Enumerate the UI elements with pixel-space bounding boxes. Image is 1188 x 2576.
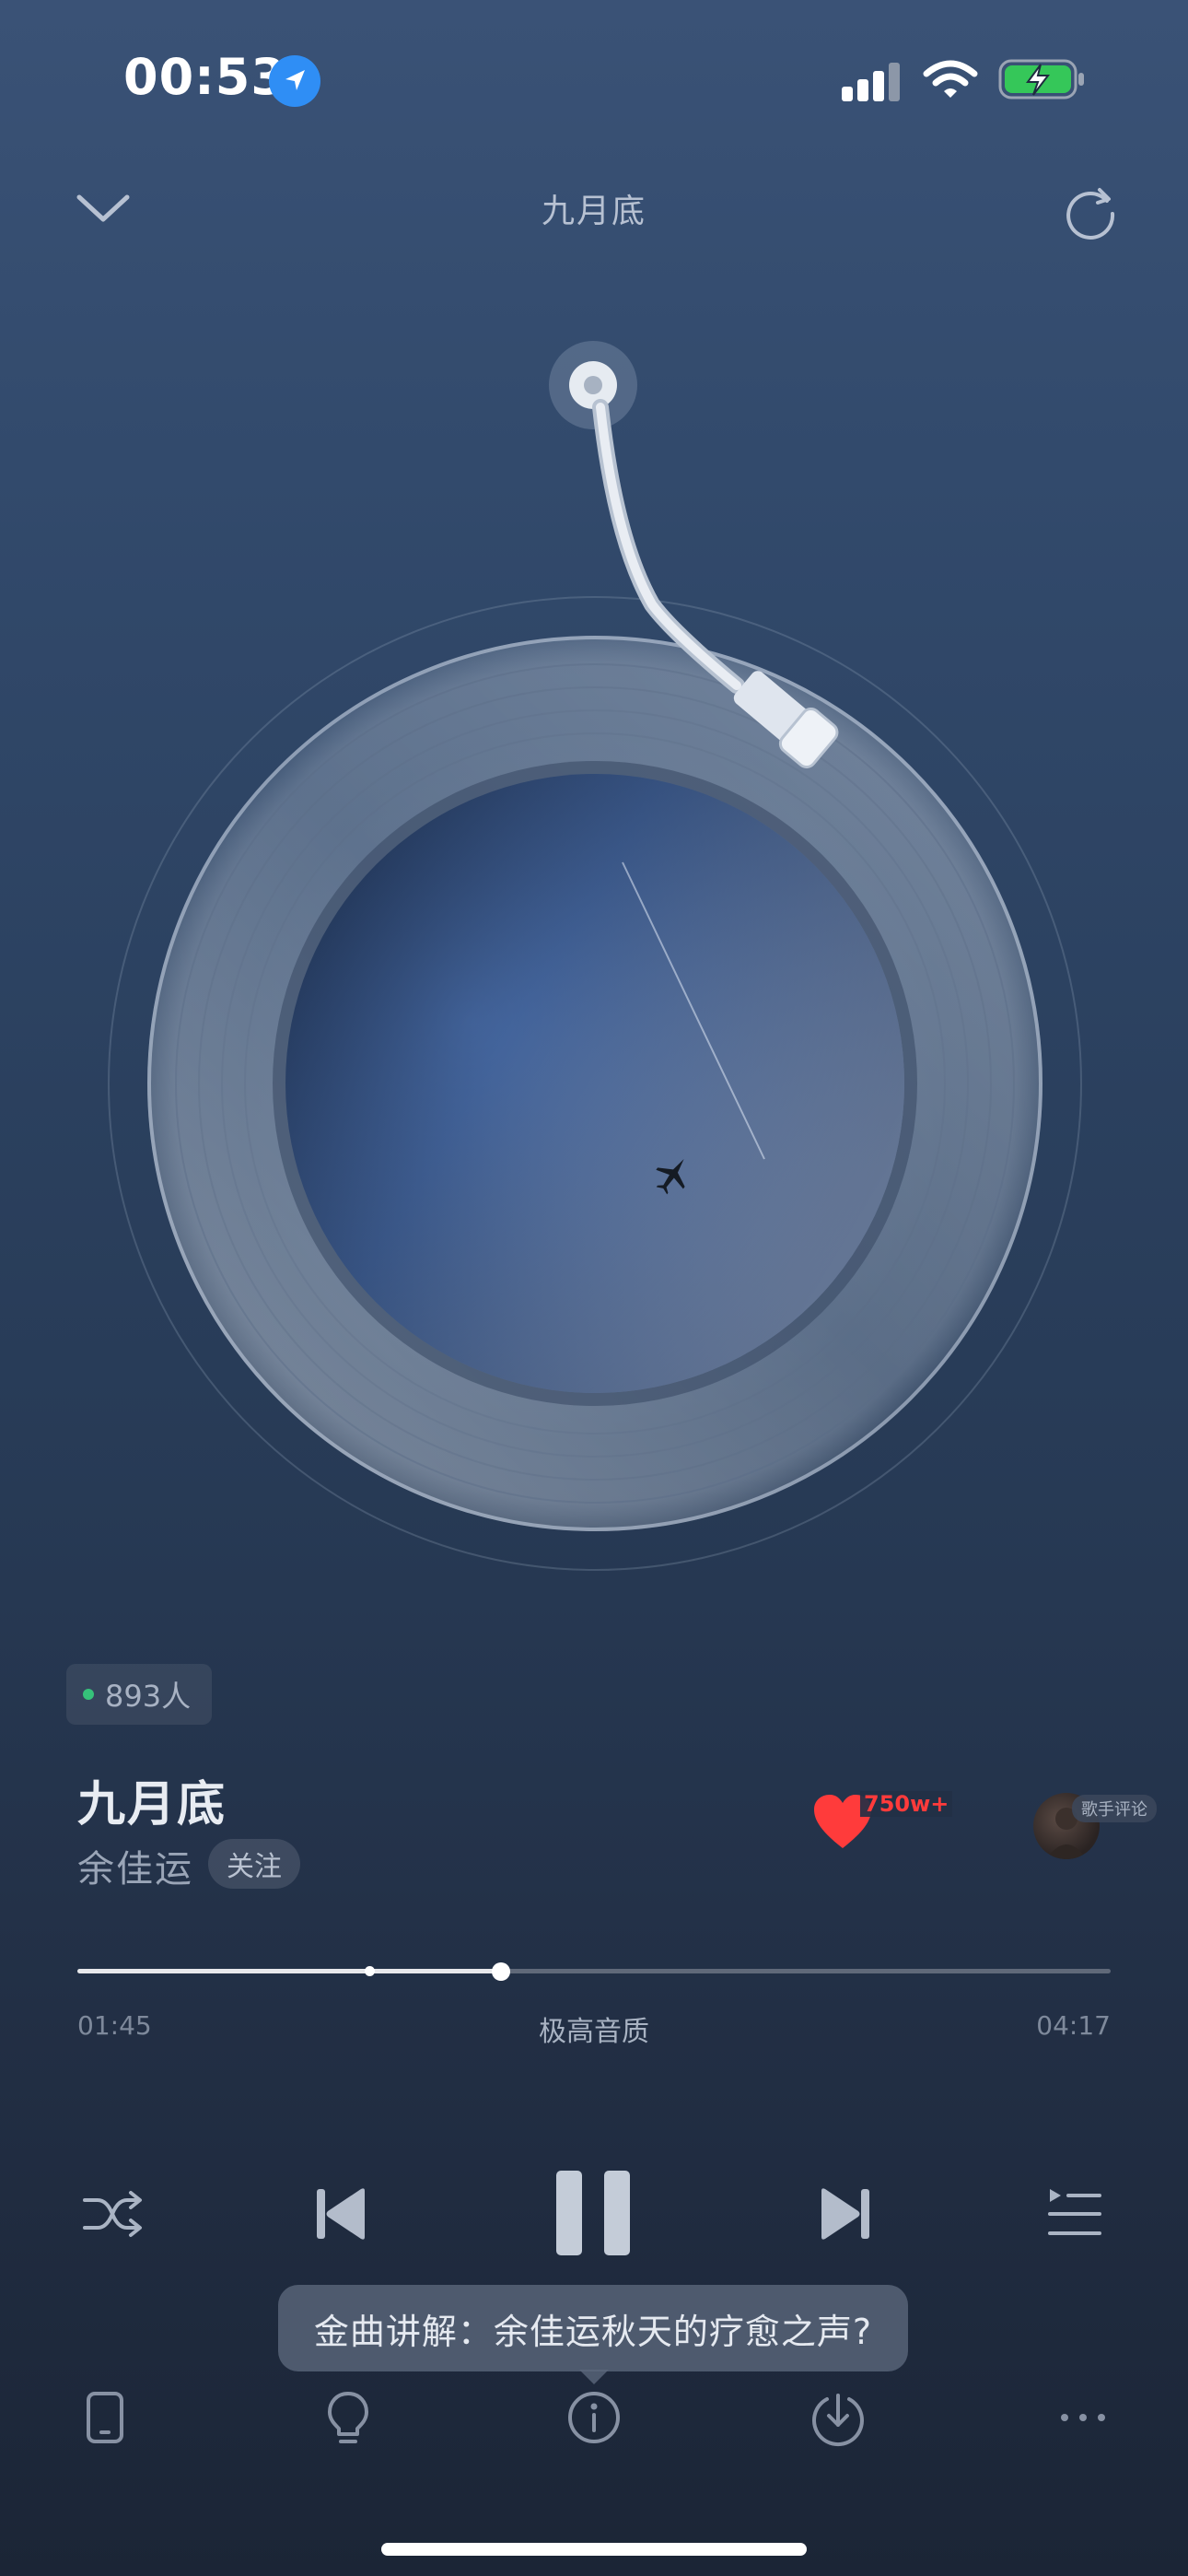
share-button[interactable] [1059,181,1122,243]
download-icon [812,2394,864,2446]
total-time: 04:17 [1036,2010,1111,2041]
page-title: 九月底 [541,193,646,230]
status-time: 00:53 [123,48,286,106]
previous-icon [317,2188,365,2240]
more-icon [1061,2414,1105,2421]
shuffle-button[interactable] [83,2187,144,2241]
next-button[interactable] [816,2185,873,2242]
playlist-icon [1048,2189,1101,2235]
wifi-icon [923,57,978,101]
download-button[interactable] [809,2388,868,2447]
song-explanation-tooltip[interactable]: 金曲讲解：余佳运秋天的疗愈之声? [278,2285,908,2371]
more-button[interactable] [1054,2388,1112,2447]
shuffle-icon [83,2191,142,2237]
share-refresh-icon [1066,188,1115,240]
like-count: 750w+ [860,1791,953,1817]
tip-button[interactable] [319,2388,378,2447]
info-icon [568,2392,620,2443]
battery-charging-icon [998,57,1087,101]
previous-button[interactable] [313,2185,370,2242]
pause-button[interactable] [553,2169,634,2257]
location-arrow-icon [269,55,320,107]
next-icon [821,2188,869,2240]
song-title: 九月底 [77,1777,227,1832]
online-dot [83,1689,94,1700]
listeners-count: 893人 [105,1679,192,1714]
artist-name[interactable]: 余佳运 [77,1839,193,1892]
info-button[interactable] [565,2388,623,2447]
follow-button[interactable]: 关注 [208,1839,300,1889]
listeners-badge[interactable]: 893人 [66,1664,212,1725]
pause-icon [556,2171,630,2255]
singer-comment-label[interactable]: 歌手评论 [1072,1795,1157,1822]
lightbulb-icon [328,2392,368,2443]
quality-label[interactable]: 极高音质 [0,2008,1188,2049]
device-button[interactable] [76,2388,134,2447]
signal-icon [842,61,904,101]
progress-thumb[interactable] [492,1962,511,1981]
home-indicator [381,2543,807,2556]
device-icon [87,2392,123,2443]
playlist-button[interactable] [1046,2187,1103,2241]
tonearm [516,328,884,844]
tooltip-arrow [579,2370,609,2384]
progress-marker [365,1966,375,1976]
progress-fill [77,1969,502,1973]
